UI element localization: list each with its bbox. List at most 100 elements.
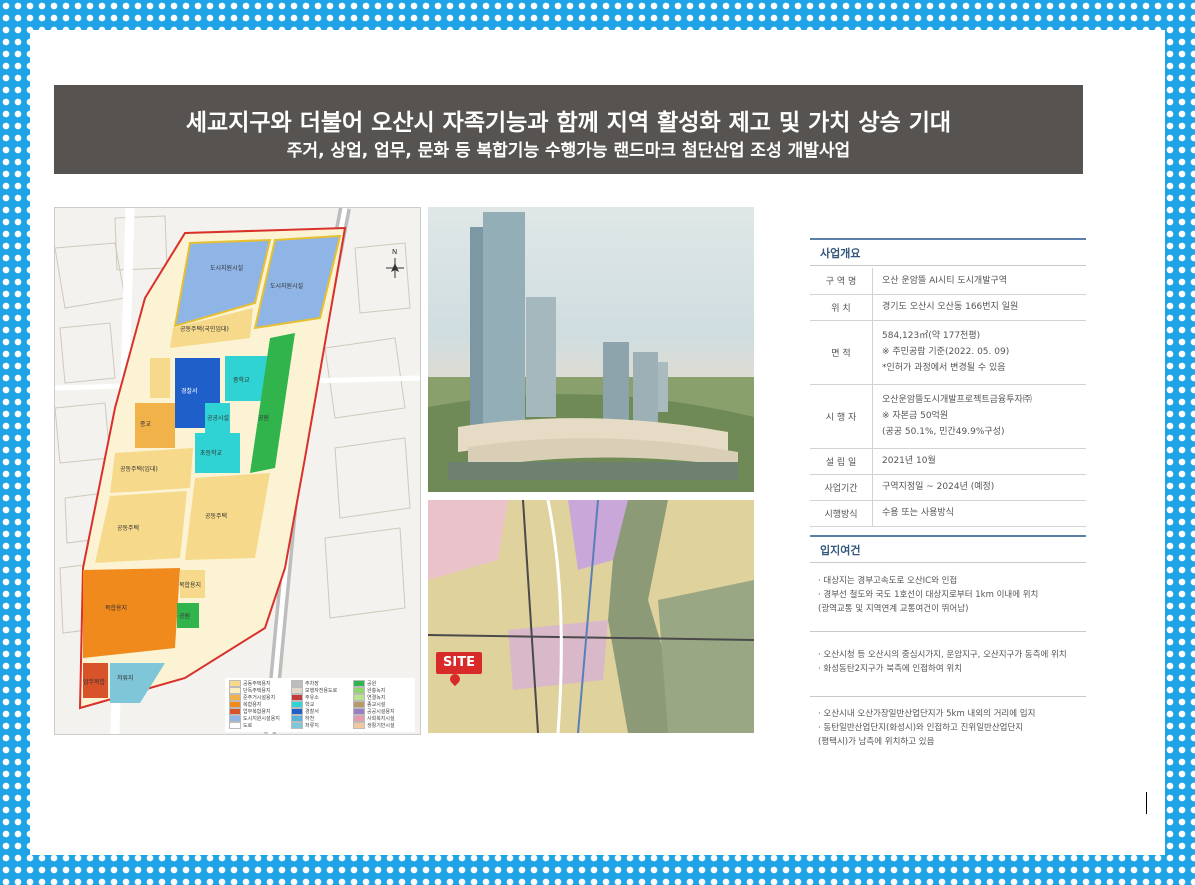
label-religious: 종교 <box>140 421 152 428</box>
overview-row: 면 적 584,123㎡(약 177천평) ※ 주민공람 기준(2022. 05. … <box>810 320 1086 385</box>
overview-value-line: *인허가 과정에서 변경될 수 있음 <box>882 363 1006 373</box>
overview-key: 구 역 명 <box>810 268 873 295</box>
rendering-drawing <box>428 212 754 492</box>
legend-item: 공동주택용지 <box>229 680 271 687</box>
location-bullet: · 경부선 철도와 국도 1호선이 대상지로부터 1km 이내에 위치 <box>818 590 1039 600</box>
overview-row: 사업기간 구역지정일 ~ 2024년 (예정) <box>810 474 1086 501</box>
overview-value-line: 경기도 오산시 오산동 166번지 일원 <box>882 302 1019 312</box>
location-divider <box>810 631 1086 632</box>
location-bullet: · 오산시청 등 오산시의 중심시가지, 운암지구, 오산지구가 동측에 위치 <box>818 650 1067 660</box>
location-bullet: · 오산시내 오산가장일반산업단지가 5km 내외의 거리에 입지 <box>818 709 1036 719</box>
overview-row: 위 치 경기도 오산시 오산동 166번지 일원 <box>810 294 1086 321</box>
overview-value-line: ※ 주민공람 기준(2022. 05. 09) <box>882 347 1010 357</box>
legend-item: 완충녹지 <box>353 687 385 694</box>
location-title: 입지여건 <box>810 535 1086 563</box>
location-divider <box>810 696 1086 697</box>
overview-key: 위 치 <box>810 294 873 321</box>
site-map-drawing <box>428 500 754 733</box>
map-legend: 공동주택용지 단독주택용지 준주거시설용지 복합용지 업무복합용지 도시지원시설용지 도로 주… <box>225 678 415 732</box>
overview-key: 설 립 일 <box>810 448 873 475</box>
label-elementary: 초등학교 <box>200 449 223 457</box>
legend-item: 도시지원시설용지 <box>229 715 280 722</box>
legend-swatch <box>291 715 303 722</box>
legend-item: 연결녹지 <box>353 694 385 701</box>
legend-swatch <box>353 687 365 694</box>
legend-swatch <box>291 687 303 694</box>
land-use-plan-map: 도시지원시설 도시지원시설 공동주택(국민임대) 중학교 경찰서 공공시설 공원… <box>54 207 421 735</box>
overview-table: 구 역 명 오산 운암뜰 AI시티 도시개발구역위 치 경기도 오산시 오산동 16… <box>810 268 1086 527</box>
overview-value: 오산 운암뜰 AI시티 도시개발구역 <box>872 268 1086 295</box>
location-bullet: (광역교통 및 지역연계 교통여건이 뛰어남) <box>818 604 969 614</box>
overview-value: 오산운암뜰도시개발프로젝트금융투자㈜ ※ 자본금 50억원 (공공 50.1%, 민… <box>872 384 1086 449</box>
label-city-support-2: 도시지원시설 <box>270 282 303 290</box>
legend-item: 복합용지 <box>229 701 261 708</box>
legend-swatch <box>229 687 241 694</box>
legend-swatch <box>291 708 303 715</box>
label-complex-land: 복합용지 <box>105 604 127 612</box>
legend-swatch <box>291 680 303 687</box>
legend-item: 공원 <box>353 680 376 687</box>
legend-item: 단독주택용지 <box>229 687 271 694</box>
label-public-facility: 공공시설 <box>207 414 229 422</box>
headline-subtitle: 주거, 상업, 업무, 문화 등 복합기능 수행가능 랜드마크 첨단산업 조성 … <box>286 141 851 161</box>
overview-row: 시행방식 수용 또는 사용방식 <box>810 500 1086 527</box>
overview-value-line: 수용 또는 사용방식 <box>882 508 954 518</box>
development-rendering-photo <box>428 207 754 492</box>
overview-key: 시 행 자 <box>810 384 873 449</box>
legend-swatch <box>229 722 241 729</box>
legend-label: 저류지 <box>305 723 319 729</box>
legend-item: 하천 <box>291 715 314 722</box>
legend-item: 공공시설용지 <box>353 708 395 715</box>
location-group: · 대상지는 경부고속도로 오산IC와 인접 · 경부선 철도와 국도 1호선이 … <box>810 574 1086 616</box>
location-bullet: · 화성동탄2지구가 북측에 인접하여 위치 <box>818 664 963 674</box>
project-info-panel: 사업개요 구 역 명 오산 운암뜰 AI시티 도시개발구역위 치 경기도 오산시 오… <box>810 207 1088 747</box>
legend-item: 준주거시설용지 <box>229 694 275 701</box>
overview-value-line: 구역지정일 ~ 2024년 (예정) <box>882 482 995 492</box>
overview-value: 구역지정일 ~ 2024년 (예정) <box>872 474 1086 501</box>
legend-swatch <box>229 715 241 722</box>
label-middle-school: 중학교 <box>233 376 250 384</box>
location-group: · 오산시내 오산가장일반산업단지가 5km 내외의 거리에 입지 · 동탄일반산… <box>810 707 1086 749</box>
legend-swatch <box>291 701 303 708</box>
overview-value-line: 584,123㎡(약 177천평) <box>882 331 981 341</box>
legend-item: 주차장 <box>291 680 319 687</box>
location-bullet: (평택시)가 남측에 위치하고 있음 <box>818 737 935 747</box>
label-office-complex: 업무복합 <box>83 678 106 686</box>
overview-value-line: 오산 운암뜰 AI시티 도시개발구역 <box>882 275 1008 286</box>
legend-swatch <box>229 701 241 708</box>
legend-swatch <box>291 722 303 729</box>
overview-value: 수용 또는 사용방식 <box>872 500 1086 527</box>
legend-item: 주유소 <box>291 694 319 701</box>
label-public-housing-1: 공동주택 <box>117 525 139 532</box>
land-use-drawing: 도시지원시설 도시지원시설 공동주택(국민임대) 중학교 경찰서 공공시설 공원… <box>55 208 420 734</box>
text-cursor <box>1146 792 1147 814</box>
legend-swatch <box>229 680 241 687</box>
label-public-housing-national: 공동주택(국민임대) <box>180 325 229 333</box>
overview-title: 사업개요 <box>810 238 1086 266</box>
legend-swatch <box>291 694 303 701</box>
overview-key: 시행방식 <box>810 500 873 527</box>
overview-row: 구 역 명 오산 운암뜰 AI시티 도시개발구역 <box>810 268 1086 295</box>
legend-item: 업무복합용지 <box>229 708 271 715</box>
legend-item: 종교시설 <box>353 701 385 708</box>
overview-value: 2021년 10월 <box>872 448 1086 475</box>
legend-item: 저류지 <box>291 722 319 729</box>
legend-swatch <box>353 722 365 729</box>
overview-key: 면 적 <box>810 320 873 385</box>
label-public-housing-2: 공동주택 <box>205 513 227 520</box>
overview-value-line: 2021년 10월 <box>882 456 936 466</box>
overview-value: 경기도 오산시 오산동 166번지 일원 <box>872 294 1086 321</box>
label-police: 경찰서 <box>181 387 198 395</box>
overview-value: 584,123㎡(약 177천평) ※ 주민공람 기준(2022. 05. 09)… <box>872 320 1086 385</box>
location-bullet: · 대상지는 경부고속도로 오산IC와 인접 <box>818 576 958 586</box>
label-reservoir: 저류지 <box>117 674 134 682</box>
legend-swatch <box>229 694 241 701</box>
overview-key: 사업기간 <box>810 474 873 501</box>
legend-item: 도로 <box>229 722 252 729</box>
legend-item: 사회복지시설 <box>353 715 395 722</box>
label-city-support-1: 도시지원시설 <box>210 264 243 272</box>
legend-item: 보행자전용도로 <box>291 687 337 694</box>
location-group: · 오산시청 등 오산시의 중심시가지, 운암지구, 오산지구가 동측에 위치 ·… <box>810 648 1086 676</box>
legend-label: 생활기반시설 <box>367 723 395 729</box>
location-bullet: · 동탄일반산업단지(화성시)와 인접하고 진위일반산업단지 <box>818 723 1024 733</box>
